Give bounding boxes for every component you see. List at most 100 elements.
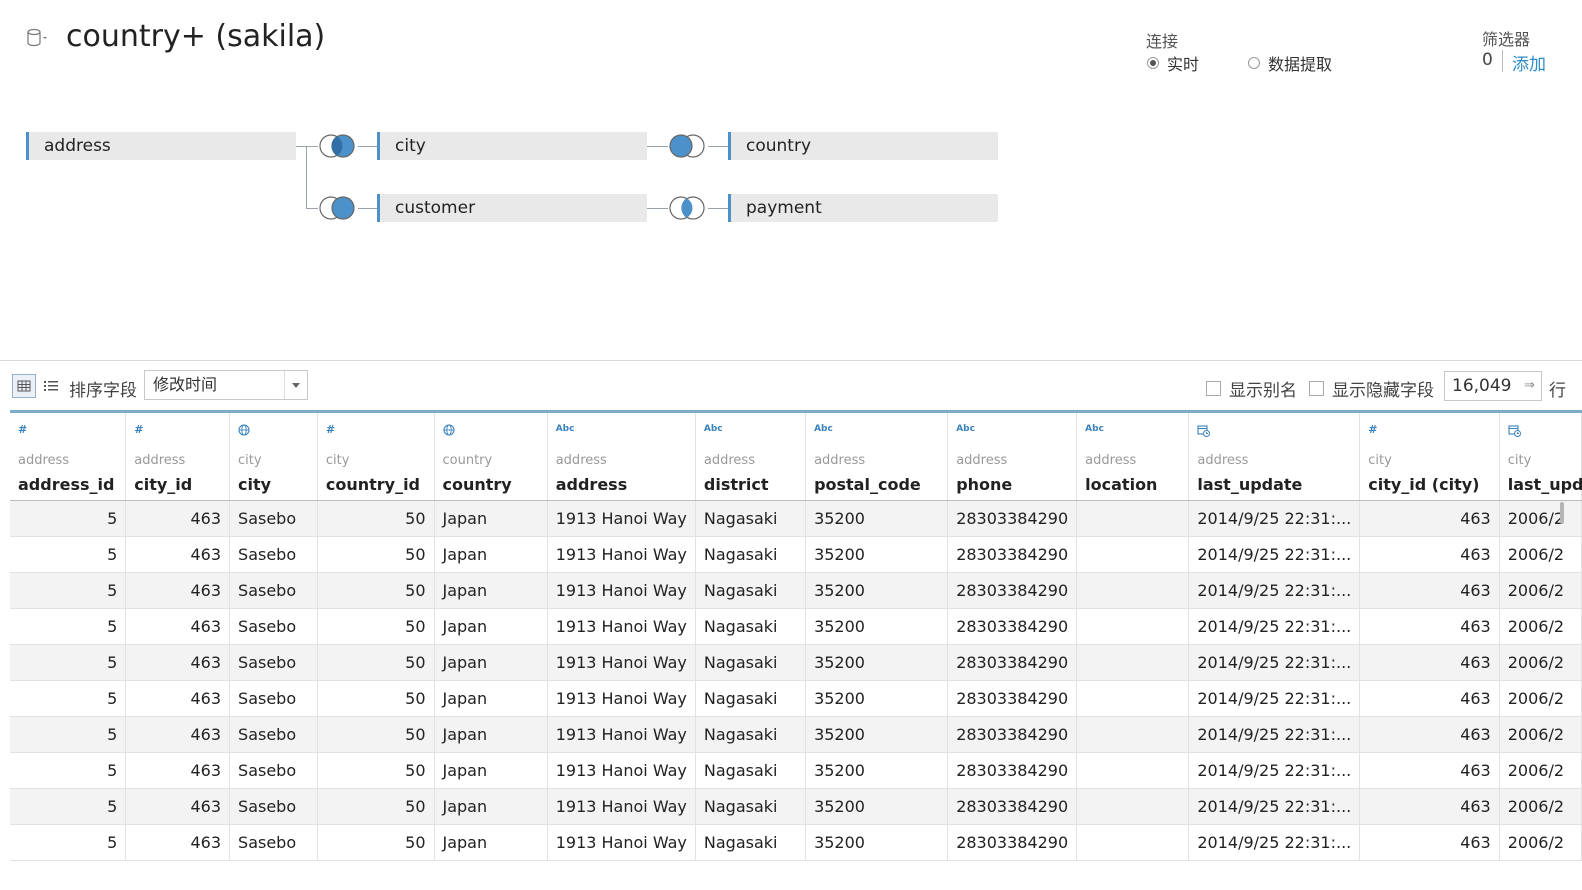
left-join-icon[interactable] (668, 133, 708, 159)
table-cell[interactable]: Japan (434, 716, 548, 753)
table-cell[interactable]: 463 (125, 644, 231, 681)
show-hidden-checkbox[interactable] (1309, 381, 1324, 396)
table-cell[interactable]: Sasebo (229, 680, 318, 717)
column-header[interactable]: country country (434, 413, 548, 501)
table-cell[interactable] (1076, 572, 1190, 609)
inner-join-icon[interactable] (668, 195, 708, 221)
table-cell[interactable]: 50 (317, 572, 435, 609)
table-cell[interactable]: 50 (317, 680, 435, 717)
table-cell[interactable]: Sasebo (229, 608, 318, 645)
table-cell[interactable]: 1913 Hanoi Way (547, 680, 696, 717)
globe-icon[interactable] (238, 424, 250, 436)
table-cell[interactable]: 463 (1359, 608, 1500, 645)
table-cell[interactable]: 2006/2 (1499, 680, 1582, 717)
table-cell[interactable]: 2006/2 (1499, 824, 1582, 861)
table-cell[interactable]: 463 (1359, 752, 1500, 789)
table-cell[interactable]: 2014/9/25 22:31:... (1188, 824, 1361, 861)
table-cell[interactable]: 5 (10, 608, 127, 645)
table-cell[interactable]: 2006/2 (1499, 644, 1582, 681)
string-type-icon[interactable]: Abc (1085, 424, 1104, 434)
column-header[interactable]: # address city_id (125, 413, 231, 501)
table-country[interactable]: country (728, 132, 998, 160)
table-cell[interactable]: 463 (125, 536, 231, 573)
table-cell[interactable]: 463 (1359, 680, 1500, 717)
table-cell[interactable]: 2014/9/25 22:31:... (1188, 644, 1361, 681)
table-cell[interactable]: 1913 Hanoi Way (547, 608, 696, 645)
number-type-icon[interactable]: # (134, 423, 143, 436)
database-icon[interactable] (26, 28, 48, 48)
table-cell[interactable]: 50 (317, 824, 435, 861)
table-cell[interactable]: 2014/9/25 22:31:... (1188, 608, 1361, 645)
table-cell[interactable]: 463 (1359, 572, 1500, 609)
table-cell[interactable]: 5 (10, 500, 127, 537)
table-cell[interactable]: 5 (10, 536, 127, 573)
table-cell[interactable] (1076, 752, 1190, 789)
number-type-icon[interactable]: # (18, 423, 27, 436)
column-header[interactable]: Abc address district (695, 413, 807, 501)
table-cell[interactable]: 28303384290 (947, 572, 1078, 609)
column-header[interactable]: # address address_id (10, 413, 127, 501)
table-cell[interactable]: Japan (434, 644, 548, 681)
table-cell[interactable]: Sasebo (229, 788, 318, 825)
table-cell[interactable]: 463 (1359, 536, 1500, 573)
table-cell[interactable] (1076, 500, 1190, 537)
sort-field-select[interactable]: 修改时间 (144, 370, 308, 400)
table-cell[interactable]: 28303384290 (947, 500, 1078, 537)
metadata-view-button[interactable] (40, 374, 64, 398)
column-header-cell[interactable]: # city city_id (city) (1360, 413, 1498, 500)
column-header[interactable]: address last_update (1188, 413, 1361, 501)
table-cell[interactable]: 1913 Hanoi Way (547, 500, 696, 537)
arrow-right-icon[interactable]: ⇒ (1524, 379, 1538, 393)
table-address[interactable]: address (26, 132, 296, 160)
table-cell[interactable]: Nagasaki (695, 644, 807, 681)
table-cell[interactable]: 50 (317, 644, 435, 681)
datetime-icon[interactable] (1508, 424, 1521, 437)
table-cell[interactable]: 28303384290 (947, 608, 1078, 645)
table-cell[interactable]: 35200 (805, 608, 949, 645)
table-cell[interactable]: 2006/2 (1499, 536, 1582, 573)
radio-extract-indicator[interactable] (1248, 57, 1260, 69)
table-cell[interactable]: 28303384290 (947, 680, 1078, 717)
table-cell[interactable]: 463 (125, 788, 231, 825)
table-cell[interactable]: 5 (10, 716, 127, 753)
column-header-cell[interactable]: city city (230, 413, 317, 500)
string-type-icon[interactable]: Abc (704, 424, 723, 434)
table-cell[interactable]: 463 (125, 680, 231, 717)
column-header-cell[interactable]: Abc address district (696, 413, 805, 500)
right-join-icon[interactable] (318, 195, 358, 221)
column-header-cell[interactable]: address last_update (1189, 413, 1359, 500)
table-cell[interactable]: 463 (1359, 716, 1500, 753)
column-header[interactable]: city city (229, 413, 318, 501)
table-cell[interactable]: 2014/9/25 22:31:... (1188, 500, 1361, 537)
table-cell[interactable]: 35200 (805, 500, 949, 537)
column-header[interactable]: Abc address address (547, 413, 696, 501)
datetime-icon[interactable] (1197, 424, 1211, 437)
table-customer[interactable]: customer (377, 194, 647, 222)
table-cell[interactable]: 5 (10, 644, 127, 681)
table-cell[interactable]: 2014/9/25 22:31:... (1188, 680, 1361, 717)
table-cell[interactable]: 463 (125, 572, 231, 609)
table-cell[interactable] (1076, 788, 1190, 825)
table-cell[interactable]: 28303384290 (947, 716, 1078, 753)
table-cell[interactable]: 1913 Hanoi Way (547, 788, 696, 825)
table-cell[interactable]: 50 (317, 608, 435, 645)
table-cell[interactable]: Japan (434, 680, 548, 717)
table-cell[interactable]: 1913 Hanoi Way (547, 644, 696, 681)
radio-extract[interactable]: 数据提取 (1248, 51, 1332, 75)
column-header-cell[interactable]: # address city_id (126, 413, 229, 500)
table-cell[interactable]: Nagasaki (695, 500, 807, 537)
number-type-icon[interactable]: # (1368, 423, 1377, 436)
column-header[interactable]: # city country_id (317, 413, 435, 501)
table-cell[interactable]: 2014/9/25 22:31:... (1188, 716, 1361, 753)
table-cell[interactable]: 1913 Hanoi Way (547, 536, 696, 573)
table-cell[interactable]: Sasebo (229, 824, 318, 861)
table-cell[interactable] (1076, 608, 1190, 645)
chevron-down-icon[interactable] (284, 371, 307, 399)
show-alias-toggle[interactable]: 显示别名 (1206, 376, 1297, 401)
table-cell[interactable]: 5 (10, 680, 127, 717)
table-cell[interactable]: 35200 (805, 788, 949, 825)
table-cell[interactable]: 5 (10, 788, 127, 825)
table-cell[interactable]: 463 (1359, 788, 1500, 825)
table-cell[interactable]: 5 (10, 572, 127, 609)
table-cell[interactable]: Japan (434, 608, 548, 645)
